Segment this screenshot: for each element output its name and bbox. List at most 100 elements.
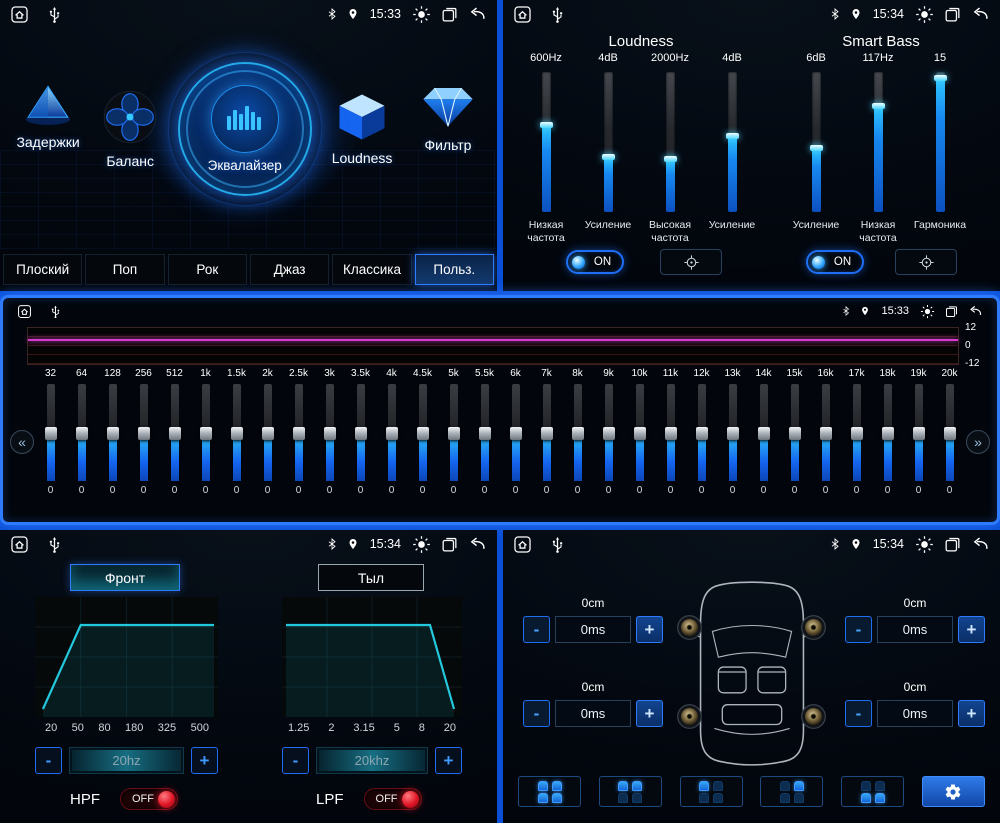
band-slider[interactable] xyxy=(667,384,675,481)
band-slider-handle[interactable] xyxy=(634,427,646,440)
vertical-slider[interactable] xyxy=(728,72,737,212)
hpf-toggle[interactable]: OFF xyxy=(120,788,178,810)
band-slider[interactable] xyxy=(419,384,427,481)
band-slider[interactable] xyxy=(326,384,334,481)
band-slider[interactable] xyxy=(140,384,148,481)
band-slider-handle[interactable] xyxy=(293,427,305,440)
recent-apps-icon[interactable] xyxy=(440,535,459,554)
band-slider-handle[interactable] xyxy=(324,427,336,440)
menu-item-balance[interactable]: Баланс xyxy=(88,89,172,169)
band-slider-handle[interactable] xyxy=(262,427,274,440)
recent-apps-icon[interactable] xyxy=(943,5,962,24)
band-slider-handle[interactable] xyxy=(355,427,367,440)
band-slider-handle[interactable] xyxy=(727,427,739,440)
listening-position-button[interactable] xyxy=(841,776,904,807)
band-slider-handle[interactable] xyxy=(913,427,925,440)
band-slider-handle[interactable] xyxy=(231,427,243,440)
band-slider[interactable] xyxy=(698,384,706,481)
vertical-slider[interactable] xyxy=(874,72,883,212)
back-icon[interactable] xyxy=(971,5,990,24)
recent-apps-icon[interactable] xyxy=(440,5,459,24)
delay-increase-button[interactable]: + xyxy=(958,700,985,727)
band-slider-handle[interactable] xyxy=(448,427,460,440)
band-slider[interactable] xyxy=(512,384,520,481)
band-slider-handle[interactable] xyxy=(758,427,770,440)
recent-apps-icon[interactable] xyxy=(944,304,959,319)
vertical-slider[interactable] xyxy=(542,72,551,212)
vertical-slider[interactable] xyxy=(604,72,613,212)
delay-increase-button[interactable]: + xyxy=(958,616,985,643)
band-slider[interactable] xyxy=(543,384,551,481)
band-slider-handle[interactable] xyxy=(944,427,956,440)
band-slider[interactable] xyxy=(202,384,210,481)
hpf-increase-button[interactable]: + xyxy=(191,747,218,774)
band-slider-handle[interactable] xyxy=(851,427,863,440)
band-slider-handle[interactable] xyxy=(386,427,398,440)
hpf-decrease-button[interactable]: - xyxy=(35,747,62,774)
band-slider[interactable] xyxy=(636,384,644,481)
band-slider-handle[interactable] xyxy=(107,427,119,440)
delay-increase-button[interactable]: + xyxy=(636,700,663,727)
band-slider[interactable] xyxy=(760,384,768,481)
band-slider[interactable] xyxy=(791,384,799,481)
band-slider-handle[interactable] xyxy=(138,427,150,440)
hpf-frequency-slider[interactable]: 20hz xyxy=(69,747,184,774)
band-slider[interactable] xyxy=(605,384,613,481)
listening-position-button[interactable] xyxy=(599,776,662,807)
menu-item-filter[interactable]: Фильтр xyxy=(407,83,489,153)
brightness-icon[interactable] xyxy=(920,304,935,319)
home-icon[interactable] xyxy=(10,5,29,24)
home-icon[interactable] xyxy=(10,535,29,554)
band-slider-handle[interactable] xyxy=(479,427,491,440)
home-icon[interactable] xyxy=(17,304,32,319)
band-slider-handle[interactable] xyxy=(200,427,212,440)
brightness-icon[interactable] xyxy=(412,5,431,24)
band-slider[interactable] xyxy=(47,384,55,481)
preset-tab[interactable]: Рок xyxy=(168,254,247,285)
smart-bass-on-toggle[interactable]: ON xyxy=(806,250,864,274)
band-slider-handle[interactable] xyxy=(820,427,832,440)
home-icon[interactable] xyxy=(513,535,532,554)
band-slider[interactable] xyxy=(171,384,179,481)
vertical-slider[interactable] xyxy=(666,72,675,212)
band-slider[interactable] xyxy=(78,384,86,481)
menu-item-loudness[interactable]: Loudness xyxy=(317,92,407,166)
band-slider[interactable] xyxy=(388,384,396,481)
band-slider[interactable] xyxy=(295,384,303,481)
preset-tab[interactable]: Польз. xyxy=(415,254,494,285)
home-icon[interactable] xyxy=(513,5,532,24)
back-icon[interactable] xyxy=(971,535,990,554)
band-slider[interactable] xyxy=(357,384,365,481)
delay-decrease-button[interactable]: - xyxy=(845,700,872,727)
preset-tab[interactable]: Классика xyxy=(332,254,411,285)
band-slider-handle[interactable] xyxy=(572,427,584,440)
preset-tab[interactable]: Джаз xyxy=(250,254,329,285)
lpf-decrease-button[interactable]: - xyxy=(282,747,309,774)
band-slider[interactable] xyxy=(729,384,737,481)
menu-item-equalizer[interactable]: Эквалайзер xyxy=(172,62,317,196)
delay-decrease-button[interactable]: - xyxy=(523,616,550,643)
band-slider-handle[interactable] xyxy=(882,427,894,440)
eq-prev-arrow[interactable]: « xyxy=(10,430,34,454)
loudness-on-toggle[interactable]: ON xyxy=(566,250,624,274)
band-slider-handle[interactable] xyxy=(169,427,181,440)
back-icon[interactable] xyxy=(468,535,487,554)
band-slider-handle[interactable] xyxy=(541,427,553,440)
brightness-icon[interactable] xyxy=(915,535,934,554)
equalizer-button[interactable]: Эквалайзер xyxy=(178,62,312,196)
settings-gear-button[interactable] xyxy=(922,776,985,807)
band-slider-handle[interactable] xyxy=(510,427,522,440)
band-slider[interactable] xyxy=(884,384,892,481)
band-slider-handle[interactable] xyxy=(45,427,57,440)
band-slider-handle[interactable] xyxy=(696,427,708,440)
back-icon[interactable] xyxy=(968,304,983,319)
band-slider[interactable] xyxy=(233,384,241,481)
recent-apps-icon[interactable] xyxy=(943,535,962,554)
delay-decrease-button[interactable]: - xyxy=(845,616,872,643)
band-slider[interactable] xyxy=(264,384,272,481)
vertical-slider[interactable] xyxy=(812,72,821,212)
band-slider[interactable] xyxy=(822,384,830,481)
vertical-slider[interactable] xyxy=(936,72,945,212)
eq-next-arrow[interactable]: » xyxy=(966,430,990,454)
listening-position-button[interactable] xyxy=(760,776,823,807)
